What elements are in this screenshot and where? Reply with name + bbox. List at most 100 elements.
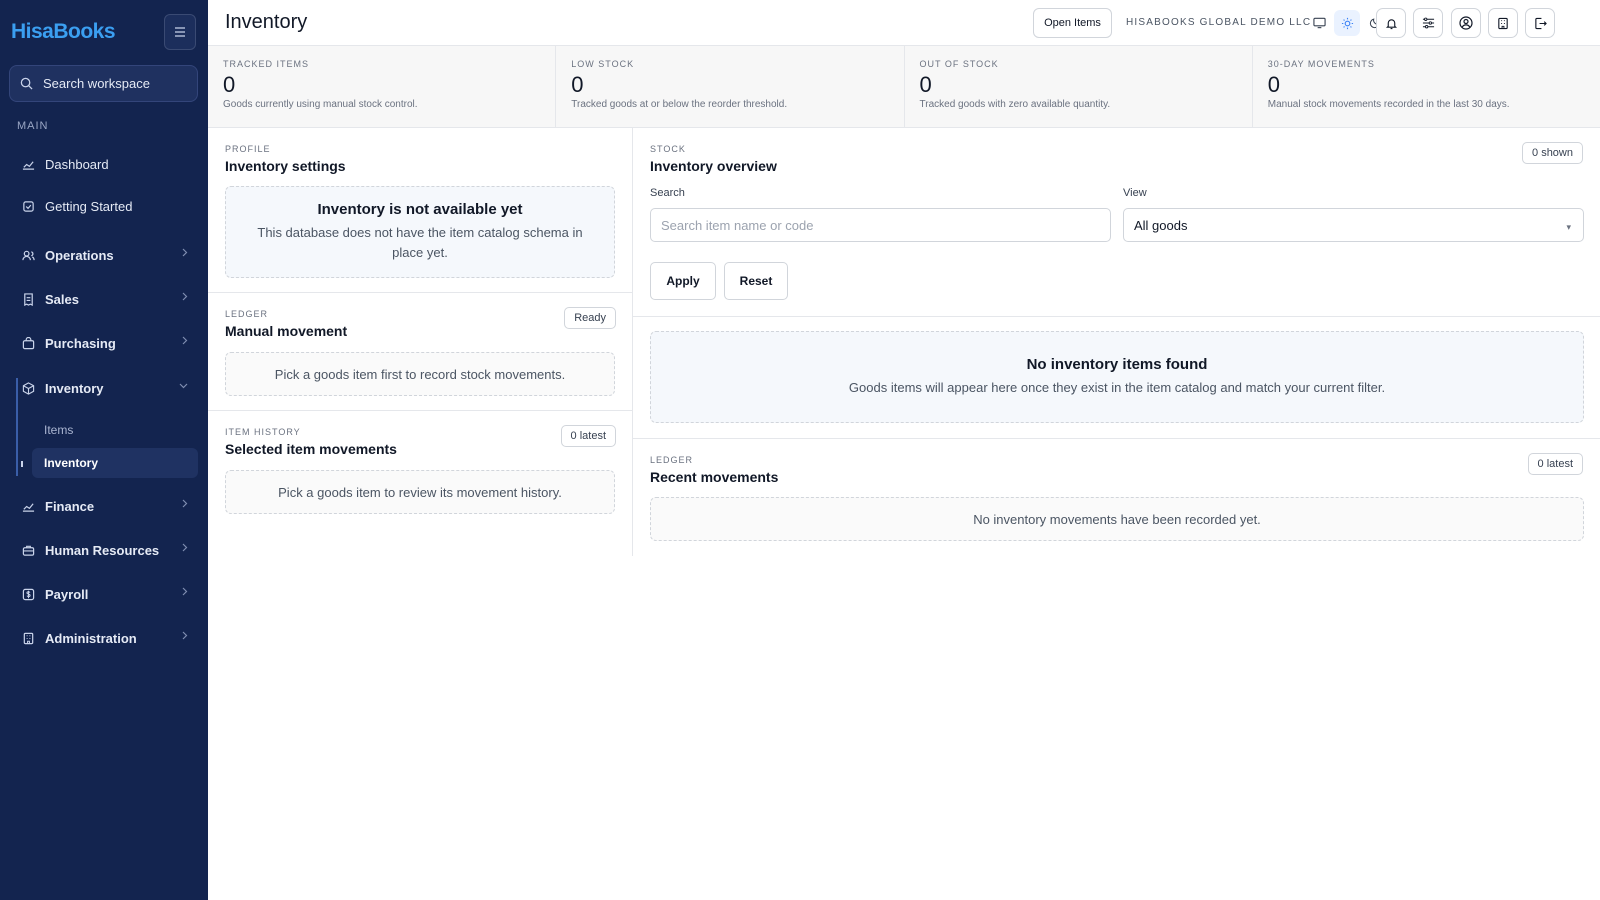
search-placeholder: Search item name or code: [661, 217, 814, 233]
count-badge: 0 latest: [1527, 453, 1583, 475]
sidebar-label: Finance: [45, 498, 95, 514]
filters-button[interactable]: [1413, 8, 1443, 38]
stat-low-stock: LOW STOCK 0 Tracked goods at or below th…: [556, 46, 905, 127]
sign-out-icon: [1534, 17, 1547, 29]
empty-state-text: Goods items will appear here once they e…: [848, 380, 1386, 395]
stat-description: Goods currently using manual stock contr…: [223, 99, 418, 110]
stat-label: OUT OF STOCK: [919, 59, 999, 69]
sidebar-item-human-resources[interactable]: Human Resources: [16, 533, 198, 567]
sidebar-item-administration[interactable]: Administration: [16, 621, 198, 655]
sidebar-label: Operations: [45, 247, 114, 263]
inventory-list-panel: No inventory items found Goods items wil…: [633, 317, 1600, 439]
dollar-icon: [22, 588, 35, 600]
notice-text: This database does not have the item cat…: [257, 225, 583, 260]
sidebar-label: Purchasing: [45, 335, 116, 351]
sign-out-button[interactable]: [1525, 8, 1555, 38]
sidebar-item-getting-started[interactable]: Getting Started: [16, 189, 198, 223]
box-icon: [22, 381, 35, 395]
stat-value: 0: [571, 72, 584, 97]
sidebar-sublabel: Inventory: [44, 456, 99, 470]
chevron-right-icon: [182, 631, 188, 640]
chevron-right-icon: [182, 292, 188, 301]
sidebar: HisaBooks Search workspace MAIN Dashboar…: [0, 0, 208, 900]
chevron-right-icon: [182, 587, 188, 596]
sidebar-item-sales[interactable]: Sales: [16, 282, 198, 316]
stat-description: Manual stock movements recorded in the l…: [1267, 99, 1510, 110]
panel-title: Recent movements: [650, 469, 779, 485]
notice-title: Inventory is not available yet: [317, 201, 523, 218]
sidebar-item-inventory[interactable]: Inventory: [16, 371, 198, 405]
chart-line-icon: [22, 502, 35, 512]
sidebar-label: Inventory: [45, 380, 104, 396]
stat-description: Tracked goods with zero available quanti…: [919, 99, 1111, 110]
sidebar-label: Human Resources: [45, 542, 160, 558]
sidebar-sublabel: Items: [44, 423, 74, 437]
left-column: PROFILE Inventory settings Inventory is …: [208, 128, 633, 556]
theme-system-button[interactable]: [1306, 10, 1332, 36]
inventory-overview-panel: STOCK Inventory overview 0 shown Search …: [633, 128, 1600, 317]
reset-button[interactable]: Reset: [724, 262, 788, 300]
panel-eyebrow: LEDGER: [650, 455, 694, 465]
search-label: Search: [650, 187, 685, 199]
building-icon: [1498, 17, 1508, 29]
stats-bar: TRACKED ITEMS 0 Goods currently using ma…: [208, 46, 1600, 128]
item-history-empty-state: Pick a goods item to review its movement…: [225, 470, 615, 514]
sidebar-item-dashboard[interactable]: Dashboard: [16, 147, 198, 181]
profile-button[interactable]: [1451, 8, 1481, 38]
sidebar-item-purchasing[interactable]: Purchasing: [16, 326, 198, 360]
company-name[interactable]: HISABOOKS GLOBAL DEMO LLC: [1126, 17, 1311, 28]
inventory-settings-panel: PROFILE Inventory settings Inventory is …: [208, 128, 633, 293]
theme-light-button[interactable]: [1334, 10, 1360, 36]
item-search-input[interactable]: Search item name or code: [650, 208, 1111, 242]
manual-movement-panel: LEDGER Manual movement Ready Pick a good…: [208, 293, 633, 411]
page-title: Inventory: [225, 11, 308, 33]
right-column: STOCK Inventory overview 0 shown Search …: [633, 128, 1600, 556]
company-switch-button[interactable]: [1488, 8, 1518, 38]
menu-icon: [175, 27, 185, 37]
sidebar-label: Getting Started: [45, 198, 133, 214]
stat-label: TRACKED ITEMS: [223, 59, 310, 69]
sidebar-item-operations[interactable]: Operations: [16, 238, 198, 272]
users-icon: [22, 250, 35, 260]
search-icon: [20, 77, 33, 90]
apply-button[interactable]: Apply: [650, 262, 716, 300]
stat-value: 0: [1267, 72, 1280, 97]
stat-out-of-stock: OUT OF STOCK 0 Tracked goods with zero a…: [905, 46, 1253, 127]
brand-logo[interactable]: HisaBooks: [11, 20, 116, 44]
chevron-down-icon: [179, 383, 188, 389]
shopping-bag-icon: [22, 336, 35, 349]
briefcase-icon: [22, 545, 35, 556]
open-items-button[interactable]: Open Items: [1033, 8, 1112, 38]
stat-value: 0: [919, 72, 932, 97]
no-items-empty-state: No inventory items found Goods items wil…: [650, 331, 1584, 423]
view-selected-value: All goods: [1134, 217, 1188, 233]
sidebar-item-finance[interactable]: Finance: [16, 489, 198, 523]
chevron-right-icon: [182, 248, 188, 257]
chevron-right-icon: [182, 499, 188, 508]
sidebar-item-payroll[interactable]: Payroll: [16, 577, 198, 611]
view-select[interactable]: All goods ▾: [1123, 208, 1584, 242]
stat-value: 0: [223, 72, 236, 97]
notifications-button[interactable]: [1376, 8, 1406, 38]
sidebar-subitem-inventory[interactable]: Inventory: [32, 448, 198, 478]
sidebar-label: Payroll: [45, 586, 89, 602]
workspace-search-input[interactable]: Search workspace: [9, 65, 198, 102]
sidebar-label: Sales: [45, 291, 79, 307]
monitor-icon: [1312, 17, 1326, 29]
manual-movement-empty-state: Pick a goods item first to record stock …: [225, 352, 615, 396]
sidebar-toggle-button[interactable]: [164, 14, 196, 50]
stat-30-day-movements: 30-DAY MOVEMENTS 0 Manual stock movement…: [1253, 46, 1600, 127]
selected-item-movements-panel: ITEM HISTORY Selected item movements 0 l…: [208, 411, 633, 536]
sliders-icon: [1422, 17, 1434, 29]
brand-part-1: Hisa: [11, 20, 54, 43]
section-label-main: MAIN: [17, 120, 49, 132]
recent-movements-panel: LEDGER Recent movements 0 latest No inve…: [633, 439, 1600, 556]
panel-title: Selected item movements: [225, 441, 397, 457]
building-icon: [23, 632, 34, 644]
view-label: View: [1123, 187, 1147, 199]
recent-movements-empty-state: No inventory movements have been recorde…: [650, 497, 1584, 541]
sun-icon: [1341, 17, 1353, 29]
receipt-icon: [24, 292, 33, 306]
sidebar-subitem-items[interactable]: Items: [32, 415, 198, 445]
panel-eyebrow: PROFILE: [225, 144, 271, 154]
